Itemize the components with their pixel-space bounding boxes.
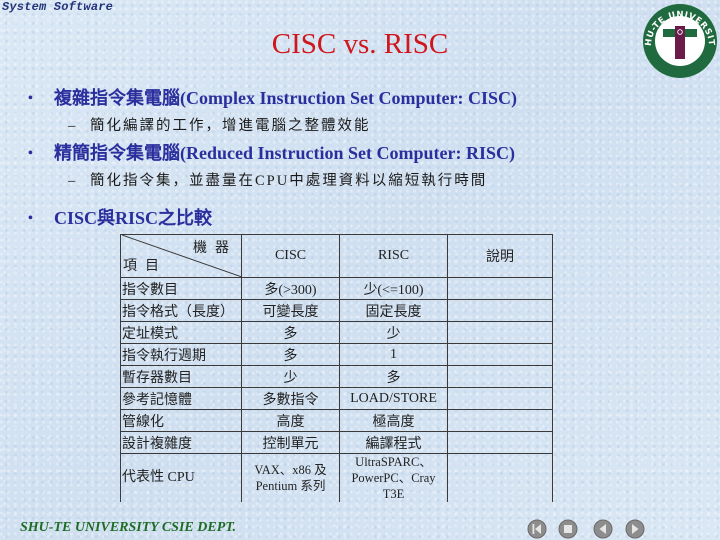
row-cisc: 多數指令 <box>241 387 340 410</box>
row-item: 指令數目 <box>120 277 242 300</box>
stop-icon[interactable] <box>558 519 578 539</box>
row-risc: 多 <box>339 365 448 388</box>
row-risc: UltraSPARC、PowerPC、Cray T3E <box>339 453 448 502</box>
sub-bullet-text: 簡化指令集，並盡量在CPU中處理資料以縮短執行時間 <box>90 173 488 189</box>
row-risc: 少(<=100) <box>339 277 448 300</box>
row-risc: LOAD/STORE <box>339 387 448 410</box>
footer-text: SHU-TE UNIVERSITY CSIE DEPT. <box>20 520 237 535</box>
corner-header-cell: 機器 項目 <box>120 234 242 278</box>
row-note <box>447 277 553 300</box>
row-note <box>447 343 553 366</box>
row-cisc: 少 <box>241 365 340 388</box>
row-item: 指令格式（長度） <box>120 299 242 322</box>
row-note <box>447 321 553 344</box>
slide-title: CISC vs. RISC <box>271 28 449 60</box>
comparison-table: 機器 項目 CISC RISC 說明 指令數目 多(>300) 少(<=100)… <box>120 234 553 502</box>
row-item: 指令執行週期 <box>120 343 242 366</box>
row-cisc: 高度 <box>241 409 340 432</box>
header-note: 說明 <box>447 234 553 278</box>
table-row: 管線化 高度 極高度 <box>120 409 553 432</box>
bullet-risc: • 精簡指令集電腦(Reduced Instruction Set Compute… <box>28 139 515 165</box>
corner-top-label: 機器 <box>193 241 237 256</box>
next-icon[interactable] <box>625 519 645 539</box>
bullet-comparison: • CISC與RISC之比較 <box>28 204 212 230</box>
sub-dash: – <box>68 118 78 134</box>
row-risc: 固定長度 <box>339 299 448 322</box>
table-row: 指令格式（長度） 可變長度 固定長度 <box>120 299 553 322</box>
row-cisc: 控制單元 <box>241 431 340 454</box>
row-item: 設計複雜度 <box>120 431 242 454</box>
first-slide-icon[interactable] <box>527 519 547 539</box>
header-risc: RISC <box>339 234 448 278</box>
table-header-row: 機器 項目 CISC RISC 說明 <box>120 234 553 278</box>
table-row: 定址模式 多 少 <box>120 321 553 344</box>
row-cisc: 多 <box>241 343 340 366</box>
table-row: 指令數目 多(>300) 少(<=100) <box>120 277 553 300</box>
table-row: 指令執行週期 多 1 <box>120 343 553 366</box>
corner-bottom-label: 項目 <box>123 259 167 274</box>
table-row: 暫存器數目 少 多 <box>120 365 553 388</box>
row-cisc: 多 <box>241 321 340 344</box>
row-risc: 少 <box>339 321 448 344</box>
row-item: 暫存器數目 <box>120 365 242 388</box>
sub-bullet-risc: – 簡化指令集，並盡量在CPU中處理資料以縮短執行時間 <box>68 169 487 190</box>
previous-icon[interactable] <box>593 519 613 539</box>
row-note <box>447 453 553 502</box>
row-cisc: 可變長度 <box>241 299 340 322</box>
bullet-cisc: • 複雜指令集電腦(Complex Instruction Set Compute… <box>28 84 517 110</box>
bullet-dot: • <box>28 211 33 226</box>
row-risc: 編譯程式 <box>339 431 448 454</box>
row-note <box>447 431 553 454</box>
row-risc: 極高度 <box>339 409 448 432</box>
table-row: 參考記憶體 多數指令 LOAD/STORE <box>120 387 553 410</box>
row-item: 參考記憶體 <box>120 387 242 410</box>
row-note <box>447 365 553 388</box>
bullet-dot: • <box>28 146 33 161</box>
row-cisc: 多(>300) <box>241 277 340 300</box>
table-row: 設計複雜度 控制單元 編譯程式 <box>120 431 553 454</box>
row-item: 定址模式 <box>120 321 242 344</box>
row-note <box>447 409 553 432</box>
course-label: System Software <box>2 0 114 14</box>
bullet-text: 精簡指令集電腦(Reduced Instruction Set Computer… <box>54 143 515 163</box>
bullet-text: CISC與RISC之比較 <box>54 208 213 228</box>
header-cisc: CISC <box>241 234 340 278</box>
sub-dash: – <box>68 173 78 189</box>
bullet-dot: • <box>28 91 33 106</box>
table-row: 代表性 CPU VAX、x86 及 Pentium 系列 UltraSPARC、… <box>120 453 553 502</box>
row-note <box>447 387 553 410</box>
row-item: 代表性 CPU <box>120 453 242 502</box>
sub-bullet-text: 簡化編譯的工作，增進電腦之整體效能 <box>90 118 371 134</box>
bullet-text: 複雜指令集電腦(Complex Instruction Set Computer… <box>54 88 517 108</box>
row-note <box>447 299 553 322</box>
sub-bullet-cisc: – 簡化編譯的工作，增進電腦之整體效能 <box>68 114 371 135</box>
row-risc: 1 <box>339 343 448 366</box>
row-cisc: VAX、x86 及 Pentium 系列 <box>241 453 340 502</box>
row-item: 管線化 <box>120 409 242 432</box>
